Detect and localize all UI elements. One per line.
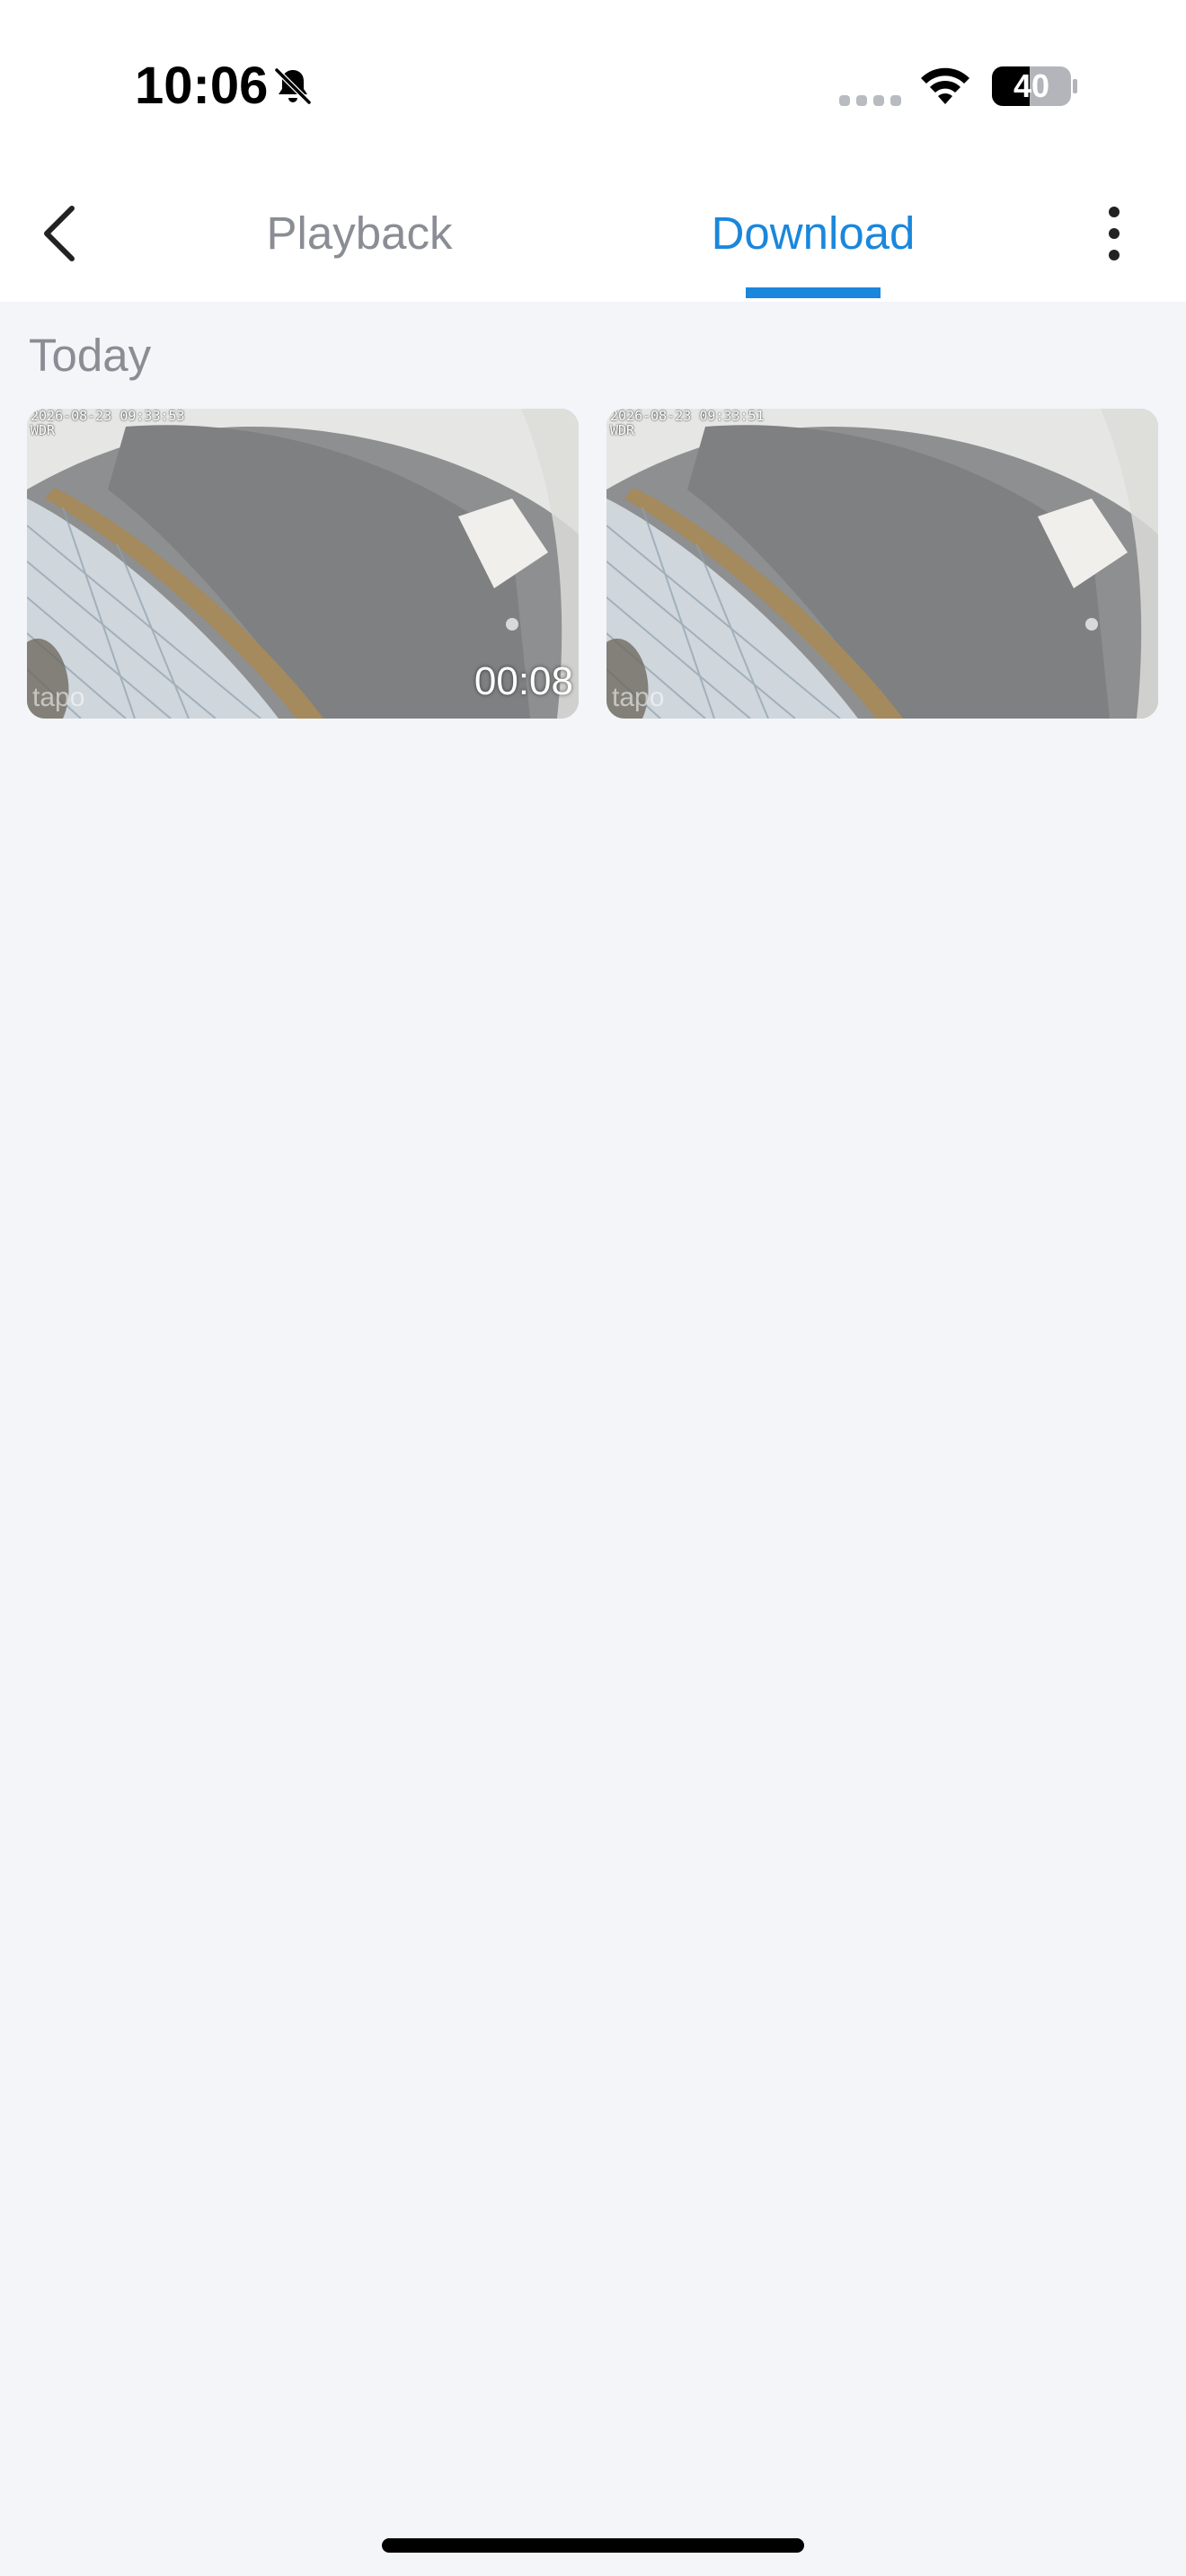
- battery-level: 40: [1013, 67, 1050, 104]
- chevron-left-icon: [44, 206, 75, 261]
- tab-download[interactable]: Download: [692, 198, 934, 269]
- status-time: 10:06: [135, 57, 269, 115]
- status-bar: 10:06 40: [0, 0, 1186, 171]
- video-thumbnail[interactable]: 2026-08-23 09:33:51 WDR tapo: [606, 409, 1158, 719]
- tapo-logo: tapo: [612, 683, 665, 712]
- more-options-button[interactable]: [1087, 198, 1141, 269]
- section-title-today: Today: [29, 330, 152, 381]
- back-button[interactable]: [36, 198, 99, 269]
- thumbnail-timestamp: 2026-08-23 09:33:51 WDR: [610, 409, 765, 438]
- tab-playback[interactable]: Playback: [234, 198, 485, 269]
- wifi-icon: [921, 67, 969, 104]
- home-indicator[interactable]: [382, 2538, 804, 2553]
- thumbnail-timestamp: 2026-08-23 09:33:53 WDR: [31, 409, 185, 438]
- signal-icon: [839, 95, 901, 106]
- nav-bar: Playback Download: [0, 171, 1186, 302]
- video-duration: 00:08: [474, 659, 573, 703]
- more-vertical-icon: [1109, 207, 1120, 260]
- bell-slash-icon: [274, 67, 312, 105]
- tapo-logo: tapo: [32, 683, 85, 712]
- camera-frame-image: [606, 409, 1158, 719]
- video-thumbnail[interactable]: 2026-08-23 09:33:53 WDR tapo 00:08: [27, 409, 579, 719]
- active-tab-indicator: [746, 287, 881, 298]
